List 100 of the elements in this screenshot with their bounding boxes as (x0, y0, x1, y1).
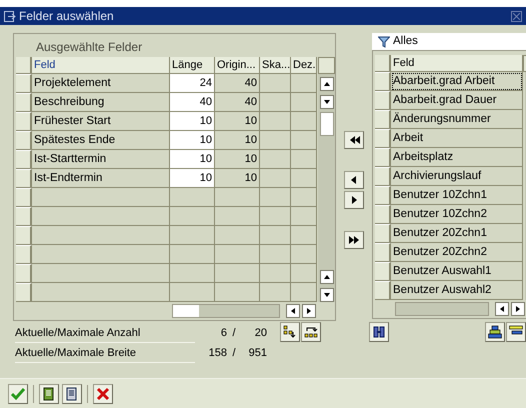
list-item[interactable]: Benutzer 10Zchn1 (391, 186, 523, 206)
table-cell (215, 283, 260, 302)
list-item[interactable]: Benutzer Auswahl2 (391, 281, 523, 300)
row-selector[interactable] (375, 262, 391, 282)
slash-separator: / (231, 346, 237, 361)
binoculars-button[interactable] (369, 322, 389, 342)
header-selector[interactable] (375, 55, 391, 72)
row-selector[interactable] (16, 74, 32, 94)
move-button[interactable] (344, 191, 364, 209)
check-icon (11, 386, 25, 400)
stack-button[interactable] (485, 322, 505, 342)
scroll-button[interactable] (320, 95, 334, 110)
row-selector[interactable] (16, 150, 32, 170)
scroll-button[interactable] (320, 288, 334, 302)
list-item[interactable]: Arbeit (391, 129, 523, 148)
scroll-button[interactable] (286, 304, 300, 318)
list-item[interactable]: Archivierungslauf (391, 167, 523, 186)
sort-button[interactable] (506, 322, 526, 342)
move-button[interactable] (344, 171, 364, 189)
move-button[interactable] (344, 231, 364, 249)
close-icon (513, 12, 520, 20)
vertical-scrollbar[interactable] (318, 74, 335, 302)
header-selector[interactable] (16, 57, 32, 74)
close-button[interactable] (511, 10, 522, 22)
row-selector[interactable] (375, 91, 391, 110)
list-item[interactable]: Abarbeit.grad Arbeit (391, 72, 523, 92)
up-arrow-icon (324, 274, 330, 280)
row-selector[interactable] (16, 112, 32, 132)
row-selector[interactable] (375, 224, 391, 244)
close-button[interactable] (93, 384, 113, 404)
up-arrow-icon (324, 81, 330, 88)
binoculars-icon (372, 325, 386, 339)
horizontal-scrollbar[interactable] (395, 302, 489, 316)
scroll-button[interactable] (511, 302, 525, 316)
layout-document-button[interactable] (39, 384, 59, 404)
column-header[interactable]: Feld (32, 57, 170, 74)
list-item[interactable]: Abarbeit.grad Dauer (391, 91, 523, 110)
scroll-thumb[interactable] (320, 112, 334, 136)
hierarchy-down-button[interactable] (280, 322, 300, 342)
scroll-button[interactable] (320, 77, 334, 92)
length-input[interactable]: 10 (170, 112, 215, 132)
table-cell (215, 226, 260, 246)
scroll-button[interactable] (495, 302, 509, 316)
summary-current: 158 (208, 346, 227, 361)
column-header[interactable]: Origin... (215, 57, 260, 74)
stack-icon (488, 325, 502, 339)
list-item[interactable]: Arbeitsplatz (391, 148, 523, 168)
length-input[interactable]: 24 (170, 74, 215, 94)
hierarchy-up-icon (304, 325, 318, 339)
table-cell (260, 207, 291, 226)
row-selector[interactable] (16, 283, 32, 302)
row-selector[interactable] (375, 205, 391, 224)
hierarchy-up-button[interactable] (301, 322, 321, 342)
row-selector[interactable] (16, 188, 32, 208)
horizontal-scrollbar[interactable] (172, 304, 280, 318)
list-item[interactable]: Änderungsnummer (391, 110, 523, 130)
row-selector[interactable] (16, 207, 32, 226)
row-selector[interactable] (375, 281, 391, 300)
row-selector[interactable] (375, 186, 391, 206)
scroll-button[interactable] (320, 270, 334, 284)
table-cell: 10 (215, 169, 260, 188)
length-input[interactable]: 10 (170, 169, 215, 188)
length-input[interactable]: 10 (170, 150, 215, 170)
column-header[interactable]: Feld (391, 55, 523, 72)
table-cell (291, 150, 317, 170)
move-button[interactable] (344, 131, 364, 149)
column-header[interactable]: Länge (170, 57, 215, 74)
row-selector[interactable] (375, 167, 391, 186)
scroll-button[interactable] (302, 304, 316, 318)
row-selector[interactable] (375, 129, 391, 148)
summary-label: Aktuelle/Maximale Breite (15, 344, 195, 362)
row-selector[interactable] (16, 245, 32, 264)
row-selector[interactable] (16, 131, 32, 150)
table-cell (291, 188, 317, 208)
row-selector[interactable] (375, 148, 391, 168)
table-cell (170, 245, 215, 264)
row-selector[interactable] (16, 264, 32, 284)
table-cell (170, 283, 215, 302)
length-input[interactable]: 40 (170, 93, 215, 112)
list-item[interactable]: Benutzer Auswahl1 (391, 262, 523, 282)
row-selector[interactable] (16, 226, 32, 246)
column-header[interactable]: Dez. (291, 57, 317, 74)
table-cell (291, 226, 317, 246)
check-button[interactable] (8, 384, 28, 404)
column-header[interactable]: Ska... (260, 57, 291, 74)
row-selector[interactable] (16, 169, 32, 188)
list-item[interactable]: Benutzer 20Zchn2 (391, 243, 523, 262)
table-cell (260, 264, 291, 284)
table-cell (260, 245, 291, 264)
row-selector[interactable] (375, 110, 391, 130)
row-selector[interactable] (16, 93, 32, 112)
row-selector[interactable] (375, 243, 391, 262)
row-selector[interactable] (375, 72, 391, 92)
filter-row[interactable]: Alles (372, 33, 526, 50)
table-cell (215, 264, 260, 284)
document-button[interactable] (62, 384, 82, 404)
length-input[interactable]: 10 (170, 131, 215, 150)
list-item[interactable]: Benutzer 20Zchn1 (391, 224, 523, 244)
list-item[interactable]: Benutzer 10Zchn2 (391, 205, 523, 224)
scroll-thumb[interactable] (173, 305, 199, 318)
